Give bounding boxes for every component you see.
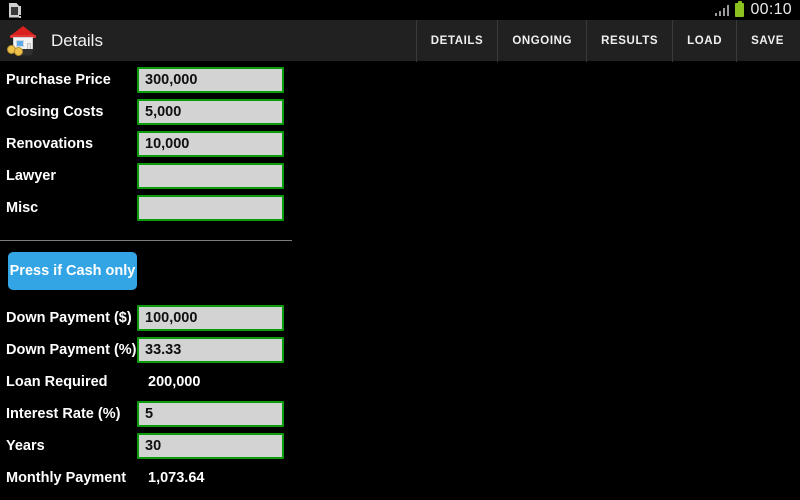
form-row-lawyer: Lawyer — [0, 160, 292, 192]
menu-item-save[interactable]: SAVE — [736, 19, 800, 62]
battery-full-icon — [735, 0, 745, 17]
input-misc[interactable] — [137, 195, 284, 221]
label-closing-costs: Closing Costs — [6, 104, 104, 120]
menu-item-load[interactable]: LOAD — [672, 19, 736, 62]
cash-only-button[interactable]: Press if Cash only — [8, 252, 137, 290]
form-row-interest-rate: Interest Rate (%) 5 — [0, 398, 292, 430]
form-row-down-payment-percent: Down Payment (%) 33.33 — [0, 334, 292, 366]
menu-item-results[interactable]: RESULTS — [586, 19, 672, 62]
label-loan-required: Loan Required — [6, 374, 108, 390]
label-monthly-payment: Monthly Payment — [6, 470, 127, 486]
form-row-loan-required: Loan Required 200,000 — [0, 366, 292, 398]
section-divider — [0, 240, 292, 241]
label-misc: Misc — [6, 200, 39, 216]
page-title: Details — [51, 30, 103, 50]
label-down-payment-dollar: Down Payment ($) — [6, 310, 132, 326]
status-bar-clock: 00:10 — [750, 1, 792, 18]
label-down-payment-percent: Down Payment (%) — [6, 342, 137, 358]
input-down-payment-dollar[interactable]: 100,000 — [137, 305, 284, 331]
input-down-payment-percent[interactable]: 33.33 — [137, 337, 284, 363]
label-interest-rate: Interest Rate (%) — [6, 406, 121, 422]
form-row-monthly-payment: Monthly Payment 1,073.64 — [0, 462, 292, 494]
label-lawyer: Lawyer — [6, 168, 56, 184]
app-branding[interactable]: Details — [0, 24, 103, 58]
input-interest-rate[interactable]: 5 — [137, 401, 284, 427]
form-row-years: Years 30 — [0, 430, 292, 462]
status-bar: 00:10 — [0, 0, 800, 20]
value-loan-required: 200,000 — [148, 374, 201, 390]
menu-item-details[interactable]: DETAILS — [415, 19, 498, 62]
house-with-coins-icon — [6, 24, 42, 58]
sd-card-warning-icon — [9, 2, 22, 18]
form-row-misc: Misc — [0, 192, 292, 224]
content-area — [292, 62, 800, 500]
form-row-renovations: Renovations 10,000 — [0, 128, 292, 160]
label-renovations: Renovations — [6, 136, 94, 152]
input-closing-costs[interactable]: 5,000 — [137, 99, 284, 125]
form-row-down-payment-dollar: Down Payment ($) 100,000 — [0, 302, 292, 334]
form-row-closing-costs: Closing Costs 5,000 — [0, 96, 292, 128]
action-bar: Details DETAILS ONGOING RESULTS LOAD SAV… — [0, 19, 800, 62]
details-form-panel: Purchase Price 300,000 Closing Costs 5,0… — [0, 62, 292, 500]
input-renovations[interactable]: 10,000 — [137, 131, 284, 157]
input-years[interactable]: 30 — [137, 433, 284, 459]
form-row-purchase-price: Purchase Price 300,000 — [0, 64, 292, 96]
input-lawyer[interactable] — [137, 163, 284, 189]
value-monthly-payment: 1,073.64 — [148, 470, 205, 486]
label-purchase-price: Purchase Price — [6, 72, 111, 88]
input-purchase-price[interactable]: 300,000 — [137, 67, 284, 93]
form-section-purchase: Purchase Price 300,000 Closing Costs 5,0… — [0, 64, 292, 224]
menu-item-ongoing[interactable]: ONGOING — [497, 19, 586, 62]
status-bar-left — [0, 2, 22, 18]
action-bar-menu: DETAILS ONGOING RESULTS LOAD SAVE — [415, 19, 800, 62]
form-section-financing: Down Payment ($) 100,000 Down Payment (%… — [0, 302, 292, 494]
signal-bars-icon — [714, 4, 730, 16]
status-bar-right: 00:10 — [714, 0, 800, 20]
label-years: Years — [6, 438, 45, 454]
